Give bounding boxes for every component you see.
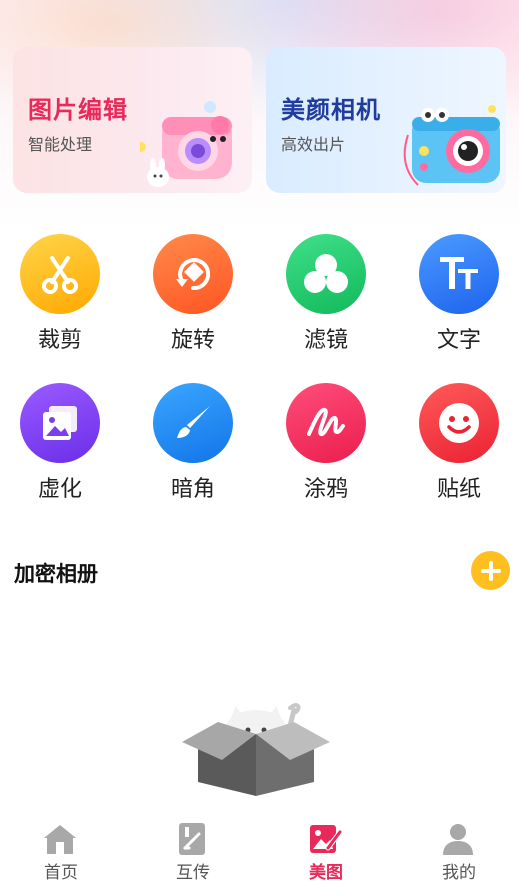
scissors-icon [20, 234, 100, 314]
beauty-camera-subtitle: 高效出片 [281, 135, 346, 154]
transfer-icon [179, 823, 205, 855]
image-edit-icon [310, 825, 342, 853]
blur-image-icon [20, 383, 100, 463]
blue-camera-illustration [403, 105, 500, 186]
sticker-smile-icon [419, 383, 499, 463]
tab-label: 我的 [442, 863, 476, 883]
tab-mine[interactable]: 我的 [394, 812, 519, 892]
tool-label: 暗角 [170, 477, 215, 502]
tool-blur[interactable]: 虚化 [5, 383, 115, 513]
tool-sticker[interactable]: 贴纸 [404, 383, 514, 513]
tool-label: 裁剪 [37, 328, 82, 353]
empty-box-illustration [182, 703, 330, 796]
beauty-camera-title: 美颜相机 [281, 96, 381, 124]
tool-doodle[interactable]: 涂鸦 [271, 383, 381, 513]
tool-label: 文字 [436, 328, 481, 353]
photo-edit-card[interactable]: 图片编辑 智能处理 [13, 47, 252, 193]
photo-edit-title: 图片编辑 [28, 96, 128, 124]
rotate-icon [153, 234, 233, 314]
tool-filter[interactable]: 滤镜 [271, 234, 381, 364]
tool-label: 滤镜 [303, 328, 348, 353]
tool-label: 旋转 [170, 328, 215, 353]
bottom-tab-bar: 首页 互传 美图 我的 [0, 812, 519, 892]
tab-home[interactable]: 首页 [0, 812, 126, 892]
tool-text[interactable]: 文字 [404, 234, 514, 364]
tool-label: 虚化 [37, 477, 82, 502]
tab-transfer[interactable]: 互传 [128, 812, 258, 892]
text-icon [419, 234, 499, 314]
tab-label: 美图 [309, 863, 343, 883]
pink-camera-illustration [140, 101, 232, 187]
tool-label: 贴纸 [436, 477, 481, 502]
tab-meitu[interactable]: 美图 [261, 812, 391, 892]
user-icon [443, 824, 473, 855]
encrypted-album-title: 加密相册 [14, 562, 98, 586]
tab-label: 互传 [176, 863, 210, 883]
brush-icon [153, 383, 233, 463]
add-album-button[interactable] [471, 551, 510, 590]
plus-icon [480, 560, 501, 581]
doodle-icon [286, 383, 366, 463]
tool-crop[interactable]: 裁剪 [5, 234, 115, 364]
home-icon [44, 825, 76, 854]
tab-label: 首页 [44, 863, 78, 883]
beauty-camera-card[interactable]: 美颜相机 高效出片 [266, 47, 506, 193]
photo-edit-subtitle: 智能处理 [28, 135, 93, 154]
tool-rotate[interactable]: 旋转 [138, 234, 248, 364]
tool-label: 涂鸦 [303, 477, 348, 502]
tool-vignette[interactable]: 暗角 [138, 383, 248, 513]
filter-clover-icon [286, 234, 366, 314]
